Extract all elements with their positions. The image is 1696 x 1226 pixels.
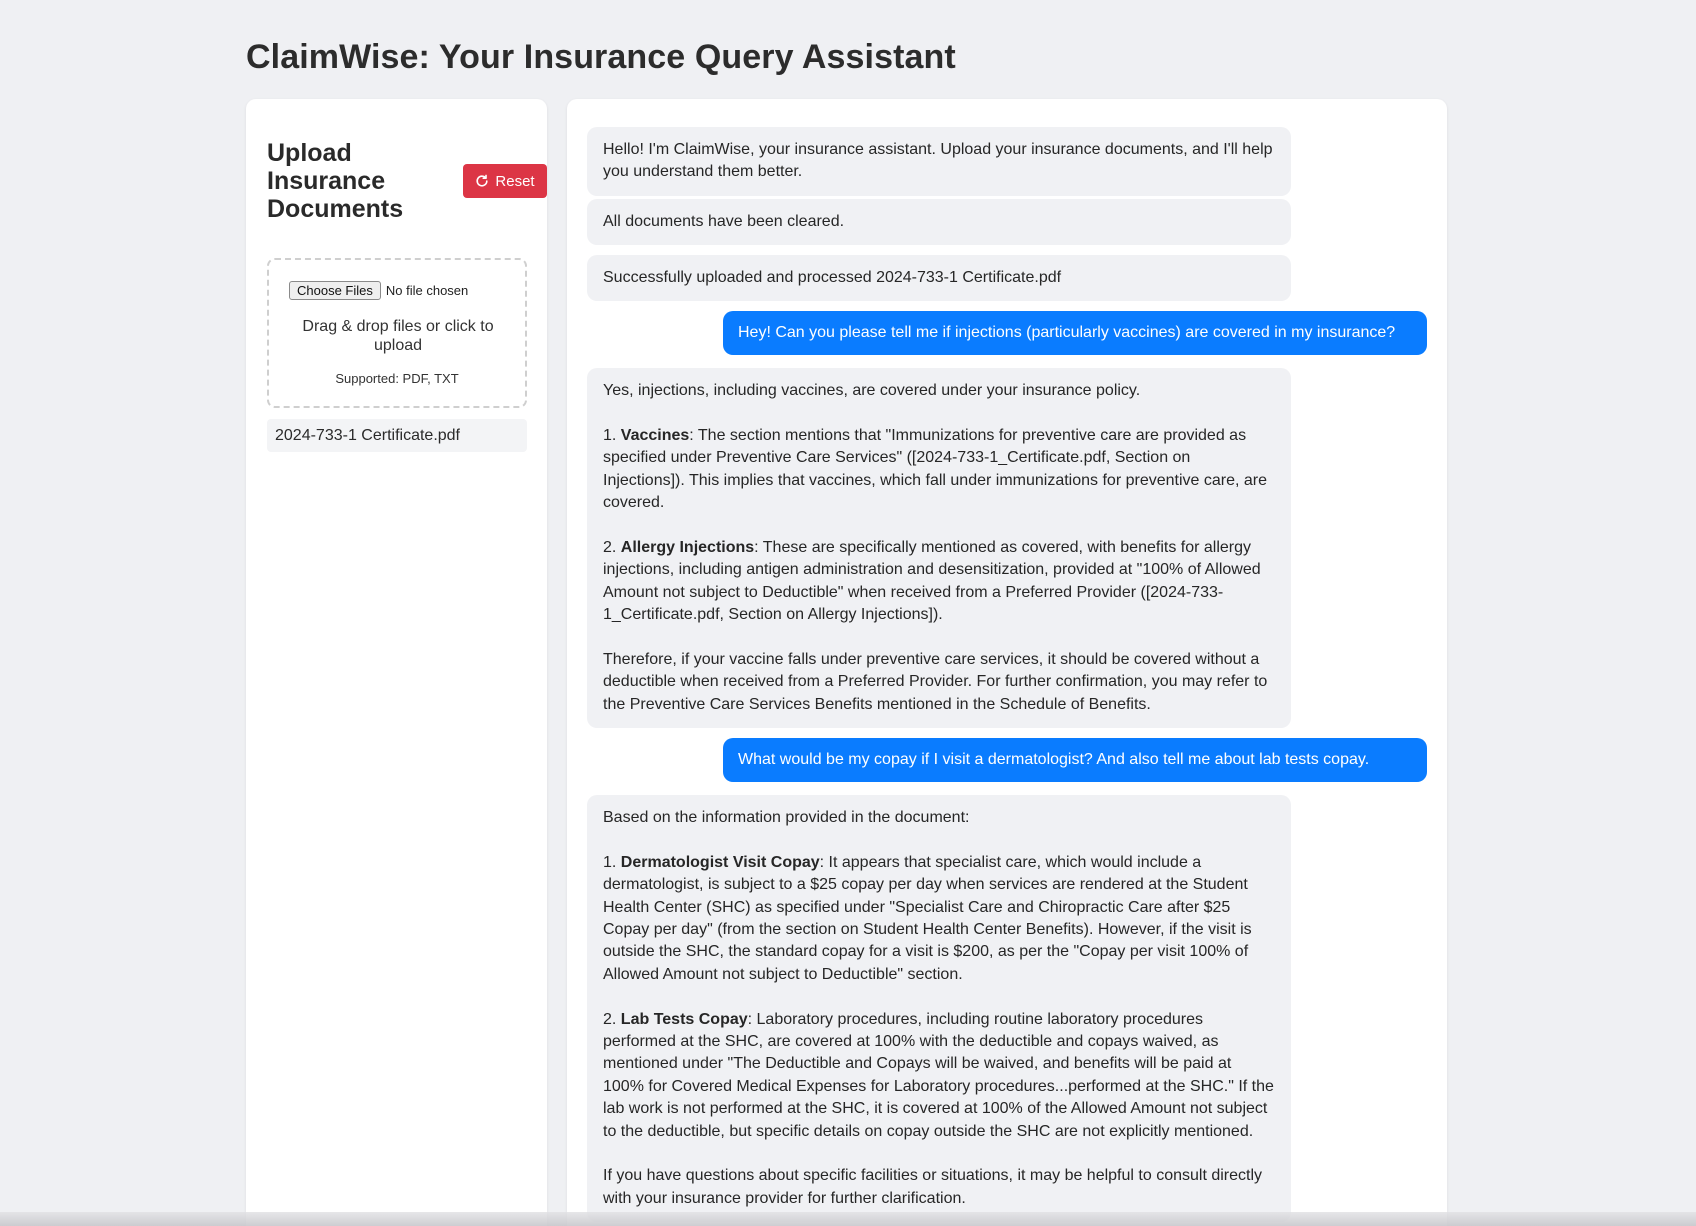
chat-panel: Hello! I'm ClaimWise, your insurance ass… (567, 99, 1447, 1226)
refresh-icon (476, 174, 489, 187)
bot-message: Yes, injections, including vaccines, are… (587, 368, 1291, 729)
bot-message: All documents have been cleared. (587, 199, 1291, 246)
message-list-item: 2. Lab Tests Copay: Laboratory procedure… (603, 1010, 1274, 1140)
user-message: What would be my copay if I visit a derm… (723, 738, 1427, 783)
message-list-item: 1. Dermatologist Visit Copay: It appears… (603, 853, 1252, 983)
file-status-text: No file chosen (385, 283, 469, 298)
item-title: Allergy Injections (620, 538, 755, 556)
message-text: What would be my copay if I visit a derm… (738, 751, 1370, 768)
message-text: Successfully uploaded and processed 2024… (603, 269, 1062, 286)
message-text: All documents have been cleared. (603, 213, 845, 230)
page-title: ClaimWise: Your Insurance Query Assistan… (246, 38, 956, 76)
upload-sidebar: Upload Insurance Documents Reset Choose … (246, 99, 547, 1226)
supported-formats: Supported: PDF, TXT (335, 371, 459, 386)
dropzone-hint: Drag & drop files or click to upload (302, 318, 494, 354)
bot-message: Hello! I'm ClaimWise, your insurance ass… (587, 127, 1291, 196)
message-list-item: 2. Allergy Injections: These are specifi… (603, 538, 1261, 624)
item-title: Vaccines (620, 426, 690, 444)
file-dropzone[interactable]: Choose Files No file chosen Drag & drop … (267, 258, 527, 408)
item-title: Dermatologist Visit Copay (620, 853, 820, 871)
bot-message: Successfully uploaded and processed 2024… (587, 255, 1291, 302)
bot-message: Based on the information provided in the… (587, 795, 1291, 1223)
message-outro: Therefore, if your vaccine falls under p… (603, 650, 1268, 713)
reset-button-label: Reset (495, 172, 535, 190)
sidebar-header: Upload Insurance Documents Reset (267, 139, 547, 223)
reset-button[interactable]: Reset (463, 164, 547, 198)
sidebar-title: Upload Insurance Documents (267, 139, 404, 223)
message-outro: If you have questions about specific fac… (603, 1167, 1263, 1207)
message-intro: Based on the information provided in the… (603, 809, 970, 826)
choose-files-button[interactable]: Choose Files (289, 281, 381, 300)
uploaded-file-item: 2024-733-1 Certificate.pdf (267, 419, 527, 452)
user-message: Hey! Can you please tell me if injection… (723, 311, 1427, 356)
app-page: ClaimWise: Your Insurance Query Assistan… (0, 0, 1696, 1226)
item-title: Lab Tests Copay (620, 1010, 748, 1028)
message-text: Hey! Can you please tell me if injection… (738, 324, 1396, 341)
file-input[interactable]: Choose Files No file chosen (289, 281, 468, 300)
message-intro: Yes, injections, including vaccines, are… (603, 382, 1141, 399)
message-text: Hello! I'm ClaimWise, your insurance ass… (603, 141, 1273, 181)
message-list-item: 1. Vaccines: The section mentions that "… (603, 426, 1267, 512)
window-bottom-edge (0, 1212, 1696, 1226)
